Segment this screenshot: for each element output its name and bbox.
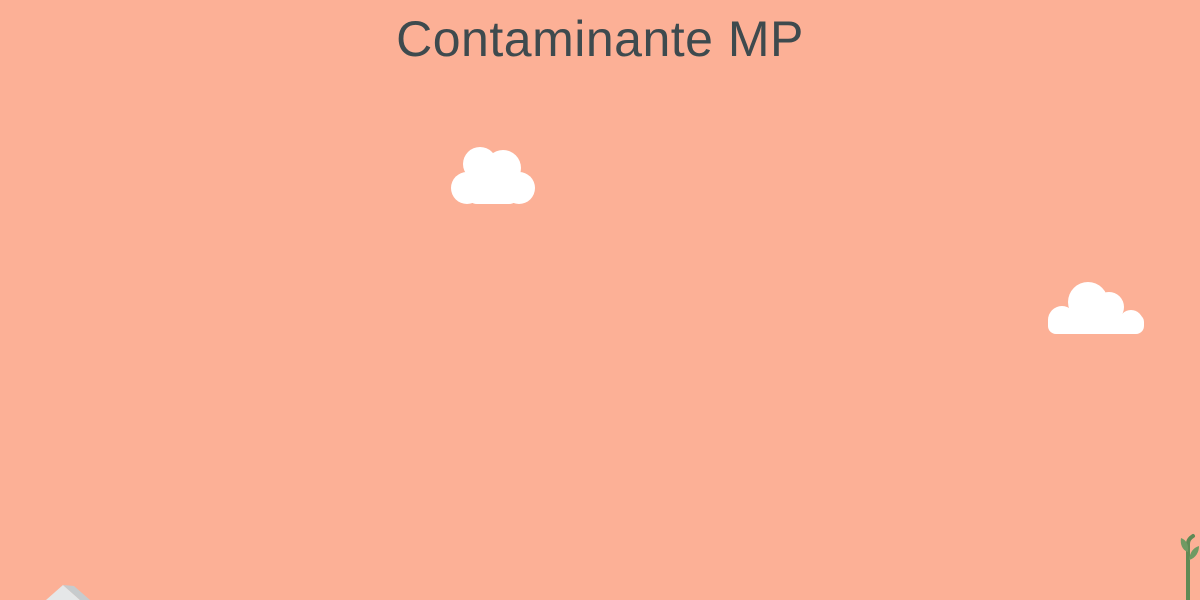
- building-roof-icon: [46, 585, 90, 600]
- pollutant-title: Contaminante MP: [396, 11, 804, 67]
- pollutant-scene: Contaminante MP: [0, 0, 1200, 600]
- cloud-icon: [451, 147, 535, 204]
- plant-icon: [1180, 534, 1199, 600]
- cloud-icon: [1048, 282, 1144, 334]
